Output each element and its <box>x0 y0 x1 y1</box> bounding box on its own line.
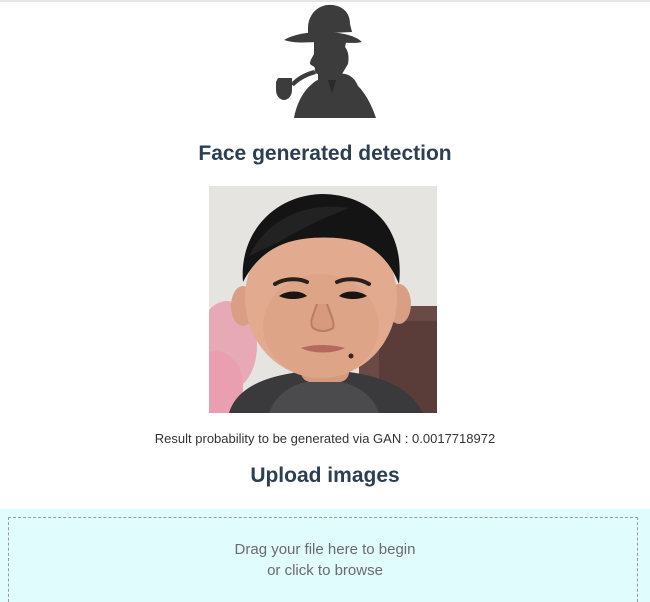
dropzone-instruction: Drag your file here to begin <box>234 541 416 558</box>
dropzone-dashed-border <box>8 517 638 602</box>
uploaded-face-image <box>209 186 437 413</box>
file-dropzone[interactable]: Drag your file here to begin or click to… <box>0 509 650 602</box>
dropzone-browse-hint: or click to browse <box>267 562 383 579</box>
upload-section-title: Upload images <box>250 464 400 487</box>
page-title: Face generated detection <box>198 142 452 165</box>
detective-silhouette-icon <box>276 4 376 118</box>
result-probability-text: Result probability to be generated via G… <box>154 431 496 446</box>
page: Face generated detection Result probabil… <box>0 0 650 602</box>
